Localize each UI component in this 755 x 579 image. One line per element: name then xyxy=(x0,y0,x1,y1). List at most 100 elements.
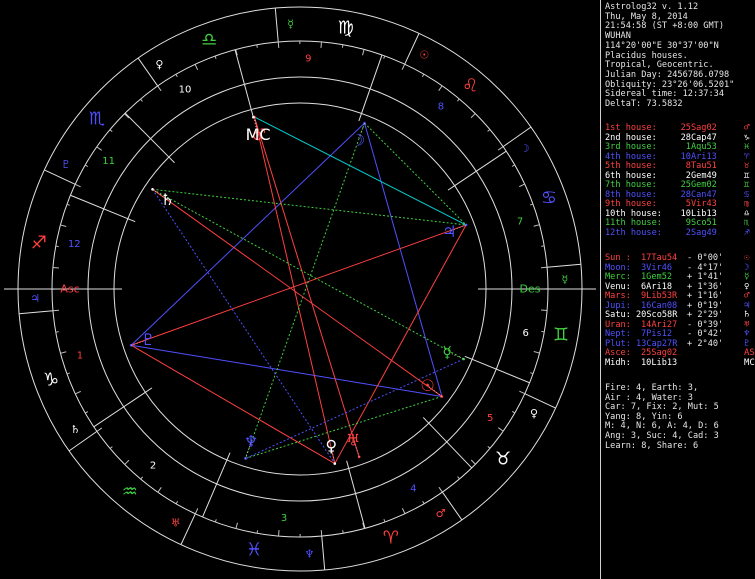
ruler-glyph-icon: ☿ xyxy=(287,18,294,31)
planet-glyph-icon: ☉ xyxy=(420,376,434,395)
aspect-line xyxy=(152,188,467,226)
degree-tick xyxy=(194,508,199,515)
house-number: 8 xyxy=(438,102,444,113)
degree-tick xyxy=(487,446,491,449)
house-cusp-line xyxy=(93,391,146,428)
house-number: 12 xyxy=(68,239,81,250)
header-line: DeltaT: 73.5832 xyxy=(605,99,683,109)
house-cusp-line xyxy=(124,112,170,158)
aspect-line xyxy=(152,188,464,360)
degree-tick xyxy=(52,309,59,312)
planet-glyph-icon: ☿ xyxy=(442,342,452,361)
aspect-line xyxy=(130,122,365,346)
house-number: 3 xyxy=(281,513,287,524)
ruler-glyph-icon: ♀ xyxy=(155,58,163,71)
degree-tick xyxy=(541,309,548,311)
degree-tick xyxy=(55,245,59,248)
sign-glyph-icon: ♌ xyxy=(462,75,478,96)
ruler-glyph-icon: ♃ xyxy=(30,292,40,305)
aspect-line xyxy=(130,344,336,464)
degree-tick xyxy=(530,372,534,375)
aspect-line xyxy=(130,224,467,346)
degree-tick xyxy=(320,41,322,48)
degree-tick xyxy=(55,331,59,333)
house-number: 10 xyxy=(179,84,192,95)
planet-row: Midh: 10Lib13 xyxy=(605,358,677,369)
cusp-tick xyxy=(422,417,430,424)
house-label: 6th house: xyxy=(605,170,657,181)
chart-wheel: ♐♃♑♄♒♅♓ ♆♈♂♉♀♊☿♋☽♌☉♍☿♎♀♏♇123456789101112A… xyxy=(4,6,596,572)
house-label: 5th house: xyxy=(605,161,657,171)
aspect-line xyxy=(253,116,336,464)
degree-tick xyxy=(519,390,526,395)
degree-tick xyxy=(256,530,259,534)
planet-label: Satu: xyxy=(605,310,631,320)
house-cusp-line xyxy=(234,49,252,110)
degree-tick xyxy=(362,49,365,56)
degree-tick xyxy=(541,245,545,247)
cusp-tick xyxy=(346,460,350,469)
degree-tick xyxy=(235,522,238,529)
degree-tick xyxy=(421,73,425,78)
degree-tick xyxy=(96,146,102,151)
degree-tick xyxy=(498,427,504,432)
degree-tick xyxy=(401,63,406,70)
degree-tick xyxy=(533,224,540,227)
degree-tick xyxy=(470,113,476,119)
sign-glyph-icon: ♑ xyxy=(43,369,59,390)
ruler-glyph-icon: ♀ xyxy=(530,407,538,420)
asc-label: Asc xyxy=(60,283,79,296)
degree-tick xyxy=(519,183,525,188)
degree-tick xyxy=(277,41,280,48)
aspect-line xyxy=(364,122,443,397)
house-label: 10th house: xyxy=(605,208,662,219)
house-number: 2 xyxy=(150,460,156,471)
degree-tick xyxy=(140,98,143,102)
planet-marker xyxy=(440,395,444,398)
planet-label: Plut: xyxy=(605,338,631,349)
degree-tick xyxy=(157,85,162,92)
ruler-glyph-icon: ♂ xyxy=(436,507,446,520)
house-row: 12th house: 2Sag49 xyxy=(605,228,717,239)
sign-boundary xyxy=(321,536,326,570)
degree-tick xyxy=(401,508,406,514)
degree-tick xyxy=(109,129,113,132)
planet-glyph-icon: ♀ xyxy=(325,436,337,455)
degree-tick xyxy=(383,519,386,523)
planet-marker xyxy=(462,357,465,361)
planet-glyph-icon: ♆ xyxy=(244,432,258,451)
planet-label: Venu: xyxy=(605,281,631,292)
planet-glyph-icon: ♇ xyxy=(141,330,155,349)
sign-glyph-icon: ♓ xyxy=(246,539,262,560)
planet-glyph-icon: ♅ xyxy=(346,430,360,449)
degree-tick xyxy=(438,486,443,493)
sign-glyph-icon: ♍ xyxy=(338,18,354,39)
house-number: 4 xyxy=(410,484,416,495)
degree-tick xyxy=(74,183,81,188)
house-label: 11th house: xyxy=(605,218,662,228)
planet-label: Uran: xyxy=(605,319,631,330)
cusp-tick xyxy=(447,185,455,191)
house-number: 7 xyxy=(517,217,523,228)
degree-tick xyxy=(278,530,280,537)
sign-boundary xyxy=(44,169,76,185)
aspect-line xyxy=(152,189,336,464)
degree-tick xyxy=(124,459,130,465)
stats-line: Learn: 8, Share: 6 xyxy=(605,440,699,451)
planet-label: Nept: xyxy=(605,329,631,339)
planet-label: Sun : xyxy=(605,253,631,263)
degree-tick xyxy=(438,85,443,91)
degree-tick xyxy=(497,146,504,151)
degree-tick xyxy=(214,519,217,523)
sign-glyph-icon: ♏ xyxy=(89,108,105,129)
house-value: 2Sag49 xyxy=(685,227,717,238)
planet-label: Jupi: xyxy=(605,300,631,311)
degree-tick xyxy=(75,390,81,395)
degree-tick xyxy=(457,98,460,102)
planet-icon: MC xyxy=(744,357,755,368)
planet-glyph-icon: ♄ xyxy=(160,190,174,209)
cusp-tick xyxy=(127,218,136,223)
house-cusp-line xyxy=(202,459,228,518)
aspect-line xyxy=(245,122,366,459)
degree-tick xyxy=(96,427,103,432)
